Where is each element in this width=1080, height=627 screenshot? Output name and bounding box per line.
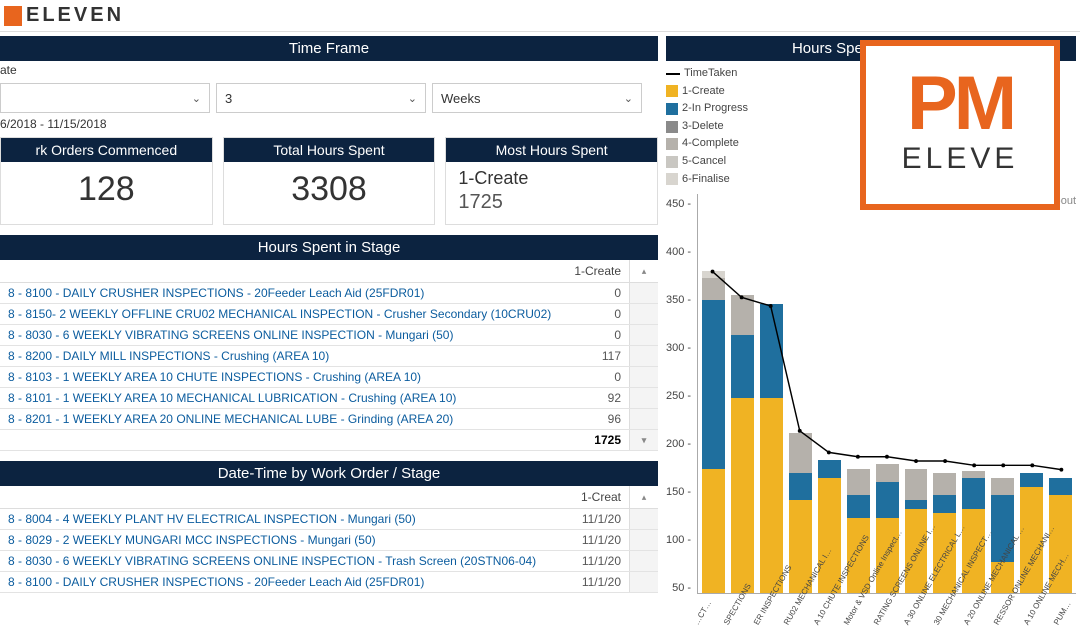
table-row[interactable]: 8 - 8029 - 2 WEEKLY MUNGARI MCC INSPECTI… bbox=[0, 530, 658, 551]
stage-table-header: Hours Spent in Stage bbox=[0, 235, 658, 260]
datetime-table-header: Date-Time by Work Order / Stage bbox=[0, 461, 658, 486]
row-label: 8 - 8004 - 4 WEEKLY PLANT HV ELECTRICAL … bbox=[0, 509, 570, 530]
table-row[interactable]: 8 - 8004 - 4 WEEKLY PLANT HV ELECTRICAL … bbox=[0, 509, 658, 530]
unit-dropdown[interactable]: Weeks ⌄ bbox=[432, 83, 642, 113]
row-label: 8 - 8100 - DAILY CRUSHER INSPECTIONS - 2… bbox=[0, 283, 566, 304]
scroll-down-icon[interactable]: ▾ bbox=[638, 434, 650, 446]
datetime-table: 1-Creat ▴ 8 - 8004 - 4 WEEKLY PLANT HV E… bbox=[0, 486, 658, 593]
logo-text: ELEVEN bbox=[26, 4, 124, 27]
kpi-commenced-label: rk Orders Commenced bbox=[1, 138, 212, 162]
stage-col-header[interactable]: 1-Create bbox=[566, 260, 630, 283]
legend-label: 2-In Progress bbox=[682, 100, 748, 118]
chevron-down-icon: ⌄ bbox=[408, 92, 417, 105]
legend-label: 6-Finalise bbox=[682, 171, 730, 189]
row-label: 8 - 8100 - DAILY CRUSHER INSPECTIONS - 2… bbox=[0, 572, 570, 593]
kpi-mosthours-label: Most Hours Spent bbox=[446, 138, 657, 162]
logo-mark-icon bbox=[4, 6, 22, 26]
kpi-totalhours: Total Hours Spent 3308 bbox=[223, 137, 436, 225]
row-value: 0 bbox=[566, 325, 630, 346]
row-value: 11/1/20 bbox=[570, 509, 629, 530]
app-logo-bar: ELEVEN bbox=[0, 0, 1080, 32]
table-total-row: 1725▾ bbox=[0, 430, 658, 451]
row-value: 0 bbox=[566, 304, 630, 325]
unit-value: Weeks bbox=[441, 91, 481, 106]
row-label: 8 - 8103 - 1 WEEKLY AREA 10 CHUTE INSPEC… bbox=[0, 367, 566, 388]
row-value: 11/1/20 bbox=[570, 572, 629, 593]
datetime-col-header[interactable]: 1-Creat bbox=[570, 486, 629, 509]
legend-label: 3-Delete bbox=[682, 118, 724, 136]
table-row[interactable]: 8 - 8200 - DAILY MILL INSPECTIONS - Crus… bbox=[0, 346, 658, 367]
table-row[interactable]: 8 - 8030 - 6 WEEKLY VIBRATING SCREENS ON… bbox=[0, 551, 658, 572]
scroll-up-icon[interactable]: ▴ bbox=[638, 265, 650, 277]
chevron-down-icon: ⌄ bbox=[624, 92, 633, 105]
row-value: 0 bbox=[566, 367, 630, 388]
row-value: 96 bbox=[566, 409, 630, 430]
chevron-down-icon: ⌄ bbox=[192, 92, 201, 105]
kpi-commenced-value: 128 bbox=[1, 162, 212, 219]
table-row[interactable]: 8 - 8101 - 1 WEEKLY AREA 10 MECHANICAL L… bbox=[0, 388, 658, 409]
pm-eleven-watermark: PM ELEVE bbox=[860, 40, 1060, 210]
qty-value: 3 bbox=[225, 91, 232, 106]
kpi-totalhours-label: Total Hours Spent bbox=[224, 138, 435, 162]
row-label: 8 - 8201 - 1 WEEKLY AREA 20 ONLINE MECHA… bbox=[0, 409, 566, 430]
kpi-totalhours-value: 3308 bbox=[224, 162, 435, 219]
row-value: 11/1/20 bbox=[570, 530, 629, 551]
row-label: 8 - 8150- 2 WEEKLY OFFLINE CRU02 MECHANI… bbox=[0, 304, 566, 325]
table-row[interactable]: 8 - 8150- 2 WEEKLY OFFLINE CRU02 MECHANI… bbox=[0, 304, 658, 325]
legend-label: 1-Create bbox=[682, 83, 725, 101]
row-value: 11/1/20 bbox=[570, 551, 629, 572]
end-date-label: ate bbox=[0, 63, 658, 77]
stage-table: 1-Create ▴ 8 - 8100 - DAILY CRUSHER INSP… bbox=[0, 260, 658, 451]
row-label: 8 - 8029 - 2 WEEKLY MUNGARI MCC INSPECTI… bbox=[0, 530, 570, 551]
table-row[interactable]: 8 - 8103 - 1 WEEKLY AREA 10 CHUTE INSPEC… bbox=[0, 367, 658, 388]
kpi-mosthours: Most Hours Spent 1-Create 1725 bbox=[445, 137, 658, 225]
table-row[interactable]: 8 - 8100 - DAILY CRUSHER INSPECTIONS - 2… bbox=[0, 283, 658, 304]
scroll-up-icon[interactable]: ▴ bbox=[638, 491, 650, 503]
legend-label: TimeTaken bbox=[684, 65, 737, 83]
table-row[interactable]: 8 - 8201 - 1 WEEKLY AREA 20 ONLINE MECHA… bbox=[0, 409, 658, 430]
timeframe-header: Time Frame bbox=[0, 36, 658, 61]
kpi-mosthours-stage: 1-Create bbox=[446, 168, 657, 189]
chart-yaxis: 450 -400 -350 -300 -250 -200 -150 -100 -… bbox=[666, 194, 691, 594]
row-value: 92 bbox=[566, 388, 630, 409]
legend-label: 4-Complete bbox=[682, 135, 739, 153]
kpi-mosthours-value: 1725 bbox=[446, 189, 657, 224]
row-value: 117 bbox=[566, 346, 630, 367]
table-row[interactable]: 8 - 8100 - DAILY CRUSHER INSPECTIONS - 2… bbox=[0, 572, 658, 593]
date-range: 6/2018 - 11/15/2018 bbox=[0, 117, 658, 131]
timetaken-line bbox=[698, 194, 1076, 582]
table-row[interactable]: 8 - 8030 - 6 WEEKLY VIBRATING SCREENS ON… bbox=[0, 325, 658, 346]
end-date-dropdown[interactable]: ⌄ bbox=[0, 83, 210, 113]
legend-label: 5-Cancel bbox=[682, 153, 726, 171]
kpi-commenced: rk Orders Commenced 128 bbox=[0, 137, 213, 225]
row-label: 8 - 8030 - 6 WEEKLY VIBRATING SCREENS ON… bbox=[0, 325, 566, 346]
row-label: 8 - 8200 - DAILY MILL INSPECTIONS - Crus… bbox=[0, 346, 566, 367]
qty-dropdown[interactable]: 3 ⌄ bbox=[216, 83, 426, 113]
row-value: 0 bbox=[566, 283, 630, 304]
row-label: 8 - 8030 - 6 WEEKLY VIBRATING SCREENS ON… bbox=[0, 551, 570, 572]
row-label: 8 - 8101 - 1 WEEKLY AREA 10 MECHANICAL L… bbox=[0, 388, 566, 409]
